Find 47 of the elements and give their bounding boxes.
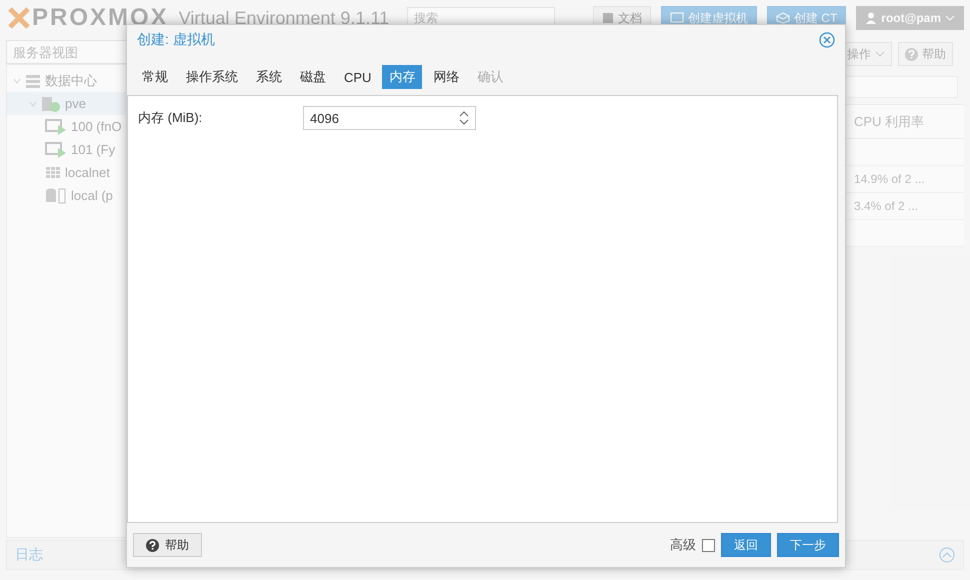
server-check-icon — [41, 96, 61, 112]
back-button[interactable]: 返回 — [721, 533, 771, 557]
tab[interactable]: 常规 — [135, 65, 175, 89]
tree-item-label: 数据中心 — [45, 72, 97, 90]
tree-item-label: local (p — [71, 188, 113, 203]
tab[interactable]: 内存 — [382, 65, 422, 89]
tab[interactable]: CPU — [337, 66, 378, 88]
user-icon — [865, 12, 878, 24]
help-icon — [146, 538, 159, 552]
spinner-icon[interactable] — [459, 110, 469, 126]
chevron-icon — [945, 14, 955, 22]
product-title: Virtual Environment 9.1.11 — [178, 8, 390, 28]
grid-icon — [45, 166, 61, 178]
help-button[interactable]: 帮助 — [133, 533, 202, 557]
tab[interactable]: 操作系统 — [179, 65, 245, 89]
tree-item-label: localnet — [65, 165, 110, 180]
tree-item[interactable]: localnet — [7, 161, 130, 184]
chevron-icon — [29, 100, 37, 108]
monitor-play-icon — [45, 118, 67, 134]
tree-item[interactable]: 数据中心 — [7, 69, 130, 92]
next-button[interactable]: 下一步 — [777, 533, 839, 557]
chevron-icon — [13, 76, 21, 84]
close-icon[interactable] — [819, 32, 835, 48]
expand-icon[interactable] — [939, 547, 955, 563]
tab[interactable]: 系统 — [249, 65, 289, 89]
tab[interactable]: 磁盘 — [293, 65, 333, 89]
server-rack-icon — [25, 74, 41, 88]
field-label: 内存 (MiB): — [138, 109, 204, 127]
toolbar-button[interactable]: 帮助 — [898, 42, 953, 66]
monitor-play-icon — [45, 142, 67, 158]
tree-item[interactable]: local (p — [7, 184, 130, 207]
database-icon — [45, 188, 67, 204]
tab[interactable]: 网络 — [426, 65, 466, 89]
tree-item-label: 100 (fnO — [71, 119, 122, 134]
tree-item-label: 101 (Fy — [71, 142, 116, 157]
tree-item-label: pve — [65, 96, 86, 111]
tree-item[interactable]: 101 (Fy — [7, 138, 130, 161]
logo-x-icon — [8, 7, 30, 29]
advanced-checkbox[interactable] — [702, 538, 715, 552]
number-field[interactable]: 4096 — [303, 106, 476, 130]
advanced-label: 高级 — [670, 536, 696, 554]
logo: PROXMOX — [8, 4, 169, 32]
help-icon — [905, 48, 918, 60]
dialog-title: 创建: 虚拟机 — [137, 31, 215, 49]
log-title: 日志 — [15, 546, 43, 564]
tree-item[interactable]: 100 (fnO — [7, 115, 130, 138]
chevron-icon — [875, 50, 885, 58]
